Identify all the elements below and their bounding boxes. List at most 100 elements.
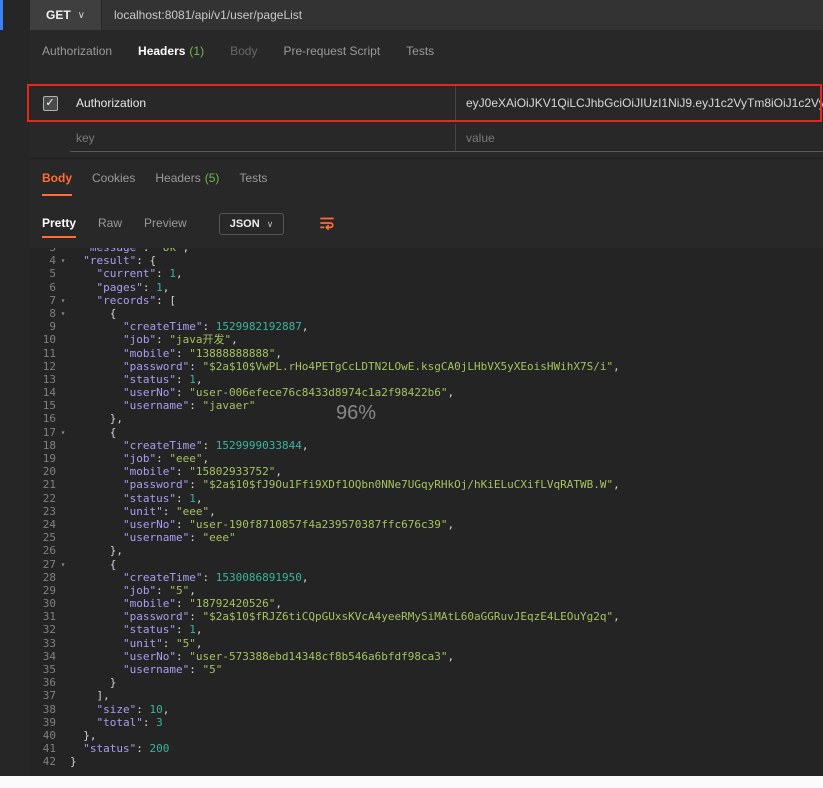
line-number[interactable]: 21 <box>30 478 56 491</box>
line-number[interactable]: 42 <box>30 755 56 768</box>
line-number[interactable]: 26 <box>30 544 56 557</box>
tab-authorization[interactable]: Authorization <box>42 44 112 58</box>
wrap-text-button[interactable] <box>318 214 336 235</box>
line-number[interactable]: 37 <box>30 689 56 702</box>
line-number[interactable]: 41 <box>30 742 56 755</box>
response-tab-cookies[interactable]: Cookies <box>92 162 135 196</box>
line-number[interactable]: 5 <box>30 267 56 280</box>
line-number[interactable]: 4 <box>30 254 56 267</box>
line-number[interactable]: 30 <box>30 597 56 610</box>
line-number[interactable]: 15 <box>30 399 56 412</box>
view-tab-raw[interactable]: Raw <box>98 210 122 238</box>
line-number[interactable]: 24 <box>30 518 56 531</box>
code-text: "status": 200 <box>70 742 169 755</box>
response-body-viewer[interactable]: 3 "message": "ok",4▾ "result": {5 "curre… <box>30 248 823 776</box>
fold-caret-icon[interactable]: ▾ <box>56 254 70 267</box>
line-number[interactable]: 27 <box>30 558 56 571</box>
chevron-down-icon: ∨ <box>267 219 274 230</box>
line-number[interactable]: 7 <box>30 294 56 307</box>
fold-caret-icon <box>56 676 70 689</box>
method-label: GET <box>46 8 71 22</box>
line-number[interactable]: 34 <box>30 650 56 663</box>
code-text: "username": "eee" <box>70 531 236 544</box>
line-number[interactable]: 23 <box>30 505 56 518</box>
line-number[interactable]: 33 <box>30 637 56 650</box>
code-text: }, <box>70 729 97 742</box>
view-tab-pretty[interactable]: Pretty <box>42 210 76 238</box>
method-selector[interactable]: GET ∨ <box>30 0 102 30</box>
line-number[interactable]: 38 <box>30 703 56 716</box>
fold-caret-icon <box>56 637 70 650</box>
format-dropdown[interactable]: JSON ∨ <box>219 213 285 235</box>
code-text: "mobile": "13888888888", <box>70 347 282 360</box>
code-line: 28 "createTime": 1530086891950, <box>30 571 823 584</box>
line-number[interactable]: 31 <box>30 610 56 623</box>
line-number[interactable]: 9 <box>30 320 56 333</box>
fold-caret-icon <box>56 623 70 636</box>
code-line: 22 "status": 1, <box>30 492 823 505</box>
code-line: 5 "current": 1, <box>30 267 823 280</box>
new-header-value-input[interactable]: value <box>455 124 823 152</box>
code-line: 35 "username": "5" <box>30 663 823 676</box>
new-header-row: key value <box>30 124 823 152</box>
new-header-key-input[interactable]: key <box>70 124 455 152</box>
code-text: "unit": "eee", <box>70 505 216 518</box>
line-number[interactable]: 22 <box>30 492 56 505</box>
code-text: "userNo": "user-573388ebd14348cf8b546a6b… <box>70 650 454 663</box>
fold-caret-icon[interactable]: ▾ <box>56 307 70 320</box>
line-number[interactable]: 28 <box>30 571 56 584</box>
fold-caret-icon <box>56 505 70 518</box>
line-number[interactable]: 29 <box>30 584 56 597</box>
line-number[interactable]: 10 <box>30 333 56 346</box>
code-text: "pages": 1, <box>70 281 169 294</box>
tab-label: Tests <box>406 44 434 58</box>
line-number[interactable]: 19 <box>30 452 56 465</box>
tab-body[interactable]: Body <box>230 44 257 58</box>
tab-tests[interactable]: Tests <box>406 44 434 58</box>
line-number[interactable]: 39 <box>30 716 56 729</box>
code-text: "result": { <box>70 254 156 267</box>
code-text: "createTime": 1529999033844, <box>70 439 308 452</box>
code-line: 6 "pages": 1, <box>30 281 823 294</box>
fold-caret-icon <box>56 452 70 465</box>
code-line: 15 "username": "javaer" <box>30 399 823 412</box>
line-number[interactable]: 17 <box>30 426 56 439</box>
line-number[interactable]: 6 <box>30 281 56 294</box>
fold-caret-icon <box>56 412 70 425</box>
response-tab-headers[interactable]: Headers(5) <box>155 162 219 196</box>
line-number[interactable]: 8 <box>30 307 56 320</box>
line-number[interactable]: 32 <box>30 623 56 636</box>
line-number[interactable]: 36 <box>30 676 56 689</box>
header-enabled-checkbox[interactable]: ✓ <box>43 96 58 111</box>
tab-pre-request-script[interactable]: Pre-request Script <box>283 44 380 58</box>
zoom-level-overlay: 96% <box>336 402 376 425</box>
url-input[interactable]: localhost:8081/api/v1/user/pageList <box>102 0 823 30</box>
line-number[interactable]: 14 <box>30 386 56 399</box>
fold-caret-icon <box>56 571 70 584</box>
code-line: 20 "mobile": "15802933752", <box>30 465 823 478</box>
code-line: 31 "password": "$2a$10$fRJZ6tiCQpGUxsKVc… <box>30 610 823 623</box>
tab-headers[interactable]: Headers(1) <box>138 44 204 58</box>
response-divider <box>30 158 823 159</box>
line-number[interactable]: 25 <box>30 531 56 544</box>
response-tab-tests[interactable]: Tests <box>239 162 267 196</box>
header-value-field[interactable]: eyJ0eXAiOiJKV1QiLCJhbGciOiJIUzI1NiJ9.eyJ… <box>455 86 823 120</box>
code-line: 8▾ { <box>30 307 823 320</box>
line-number[interactable]: 12 <box>30 360 56 373</box>
line-number[interactable]: 35 <box>30 663 56 676</box>
fold-caret-icon[interactable]: ▾ <box>56 294 70 307</box>
code-line: 41 "status": 200 <box>30 742 823 755</box>
fold-caret-icon[interactable]: ▾ <box>56 426 70 439</box>
view-tab-preview[interactable]: Preview <box>144 210 187 238</box>
header-key-field[interactable]: Authorization <box>70 86 455 120</box>
response-tab-body[interactable]: Body <box>42 162 72 196</box>
line-number[interactable]: 11 <box>30 347 56 360</box>
line-number[interactable]: 40 <box>30 729 56 742</box>
code-line: 34 "userNo": "user-573388ebd14348cf8b546… <box>30 650 823 663</box>
line-number[interactable]: 18 <box>30 439 56 452</box>
fold-caret-icon[interactable]: ▾ <box>56 558 70 571</box>
line-number[interactable]: 16 <box>30 412 56 425</box>
fold-caret-icon <box>56 597 70 610</box>
line-number[interactable]: 20 <box>30 465 56 478</box>
line-number[interactable]: 13 <box>30 373 56 386</box>
